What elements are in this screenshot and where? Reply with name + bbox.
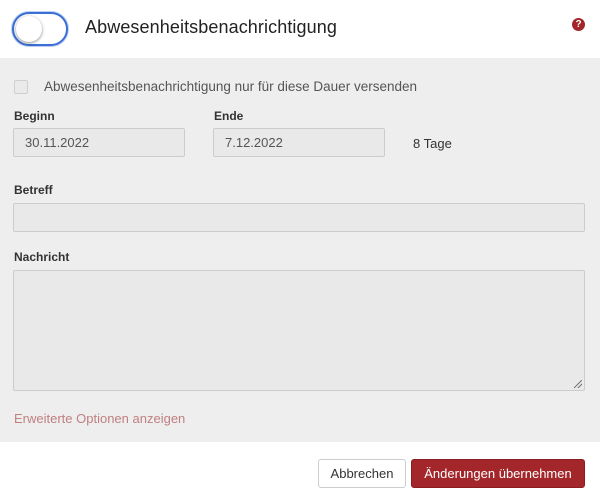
- message-label: Nachricht: [14, 250, 70, 264]
- resize-grip-icon[interactable]: [574, 380, 582, 388]
- question-circle-icon[interactable]: ?: [572, 18, 585, 31]
- end-date-input[interactable]: 7.12.2022: [213, 128, 385, 157]
- dialog-body: Abwesenheitsbenachrichtigung nur für die…: [0, 58, 600, 442]
- duration-only-label: Abwesenheitsbenachrichtigung nur für die…: [44, 79, 417, 94]
- duration-only-checkbox[interactable]: [14, 80, 28, 94]
- dialog-header: Abwesenheitsbenachrichtigung ?: [0, 0, 600, 58]
- cancel-button[interactable]: Abbrechen: [318, 459, 406, 488]
- dialog-footer: Abbrechen Änderungen übernehmen: [0, 442, 600, 502]
- subject-label: Betreff: [14, 183, 53, 197]
- enable-toggle[interactable]: [12, 12, 68, 46]
- dialog-title: Abwesenheitsbenachrichtigung: [85, 17, 337, 37]
- advanced-options-link[interactable]: Erweiterte Optionen anzeigen: [14, 411, 185, 426]
- message-textarea[interactable]: [13, 270, 585, 391]
- apply-changes-button[interactable]: Änderungen übernehmen: [411, 459, 585, 488]
- vacation-notice-dialog: Abwesenheitsbenachrichtigung ? Abwesenhe…: [0, 0, 600, 502]
- start-date-label: Beginn: [14, 109, 55, 123]
- duration-days-text: 8 Tage: [413, 136, 452, 151]
- start-date-input[interactable]: 30.11.2022: [13, 128, 185, 157]
- end-date-label: Ende: [214, 109, 244, 123]
- subject-input[interactable]: [13, 203, 585, 232]
- toggle-knob: [16, 16, 42, 42]
